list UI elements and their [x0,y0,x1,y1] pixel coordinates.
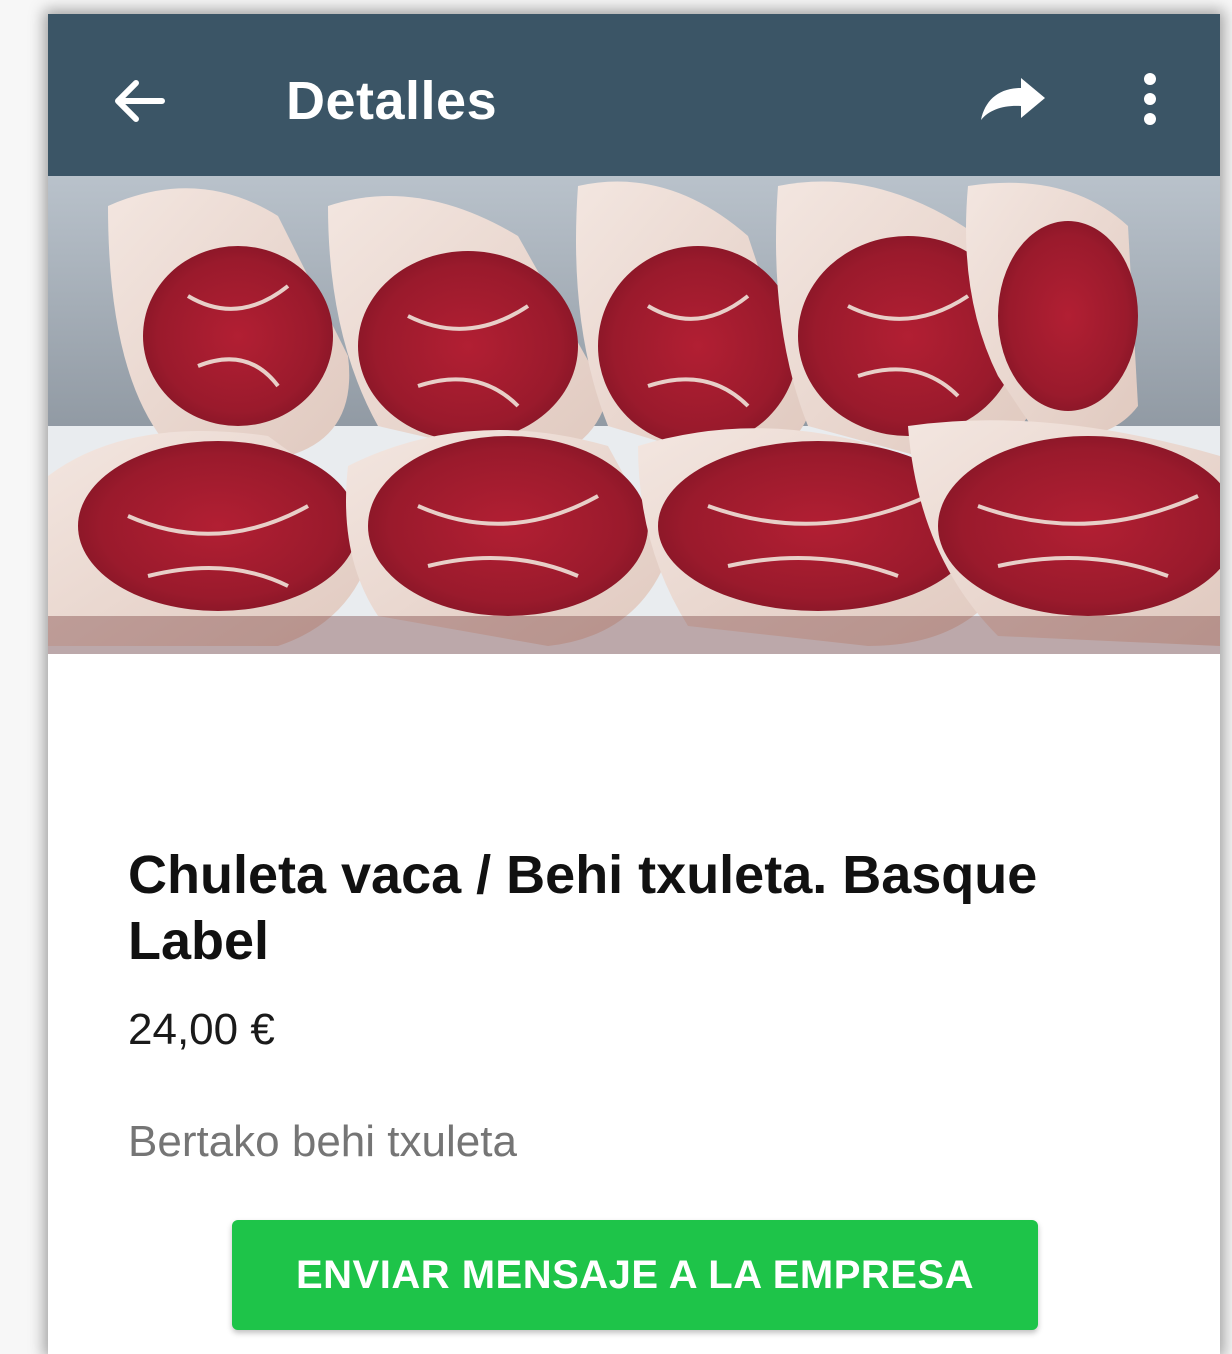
product-details: Chuleta vaca / Behi txuleta. Basque Labe… [48,654,1220,1354]
product-price: 24,00 € [128,1005,275,1054]
app-bar: Detalles [48,14,1220,176]
product-image[interactable] [48,176,1220,654]
page-title: Detalles [286,71,498,131]
send-message-button[interactable]: ENVIAR MENSAJE A LA EMPRESA [232,1220,1038,1330]
product-description: Bertako behi txuleta [128,1117,517,1166]
more-vertical-icon [1144,73,1156,125]
app-screen: Detalles Chuleta vaca / Behi txuleta. Ba… [48,14,1220,1354]
share-icon [981,78,1045,120]
product-photo [48,176,1220,654]
product-name: Chuleta vaca / Behi txuleta. Basque Labe… [128,845,1038,971]
back-button[interactable] [98,66,178,136]
screenshot-frame: Detalles Chuleta vaca / Behi txuleta. Ba… [0,0,1232,1354]
arrow-left-icon [115,80,165,122]
share-button[interactable] [968,64,1058,134]
more-options-button[interactable] [1118,64,1182,134]
